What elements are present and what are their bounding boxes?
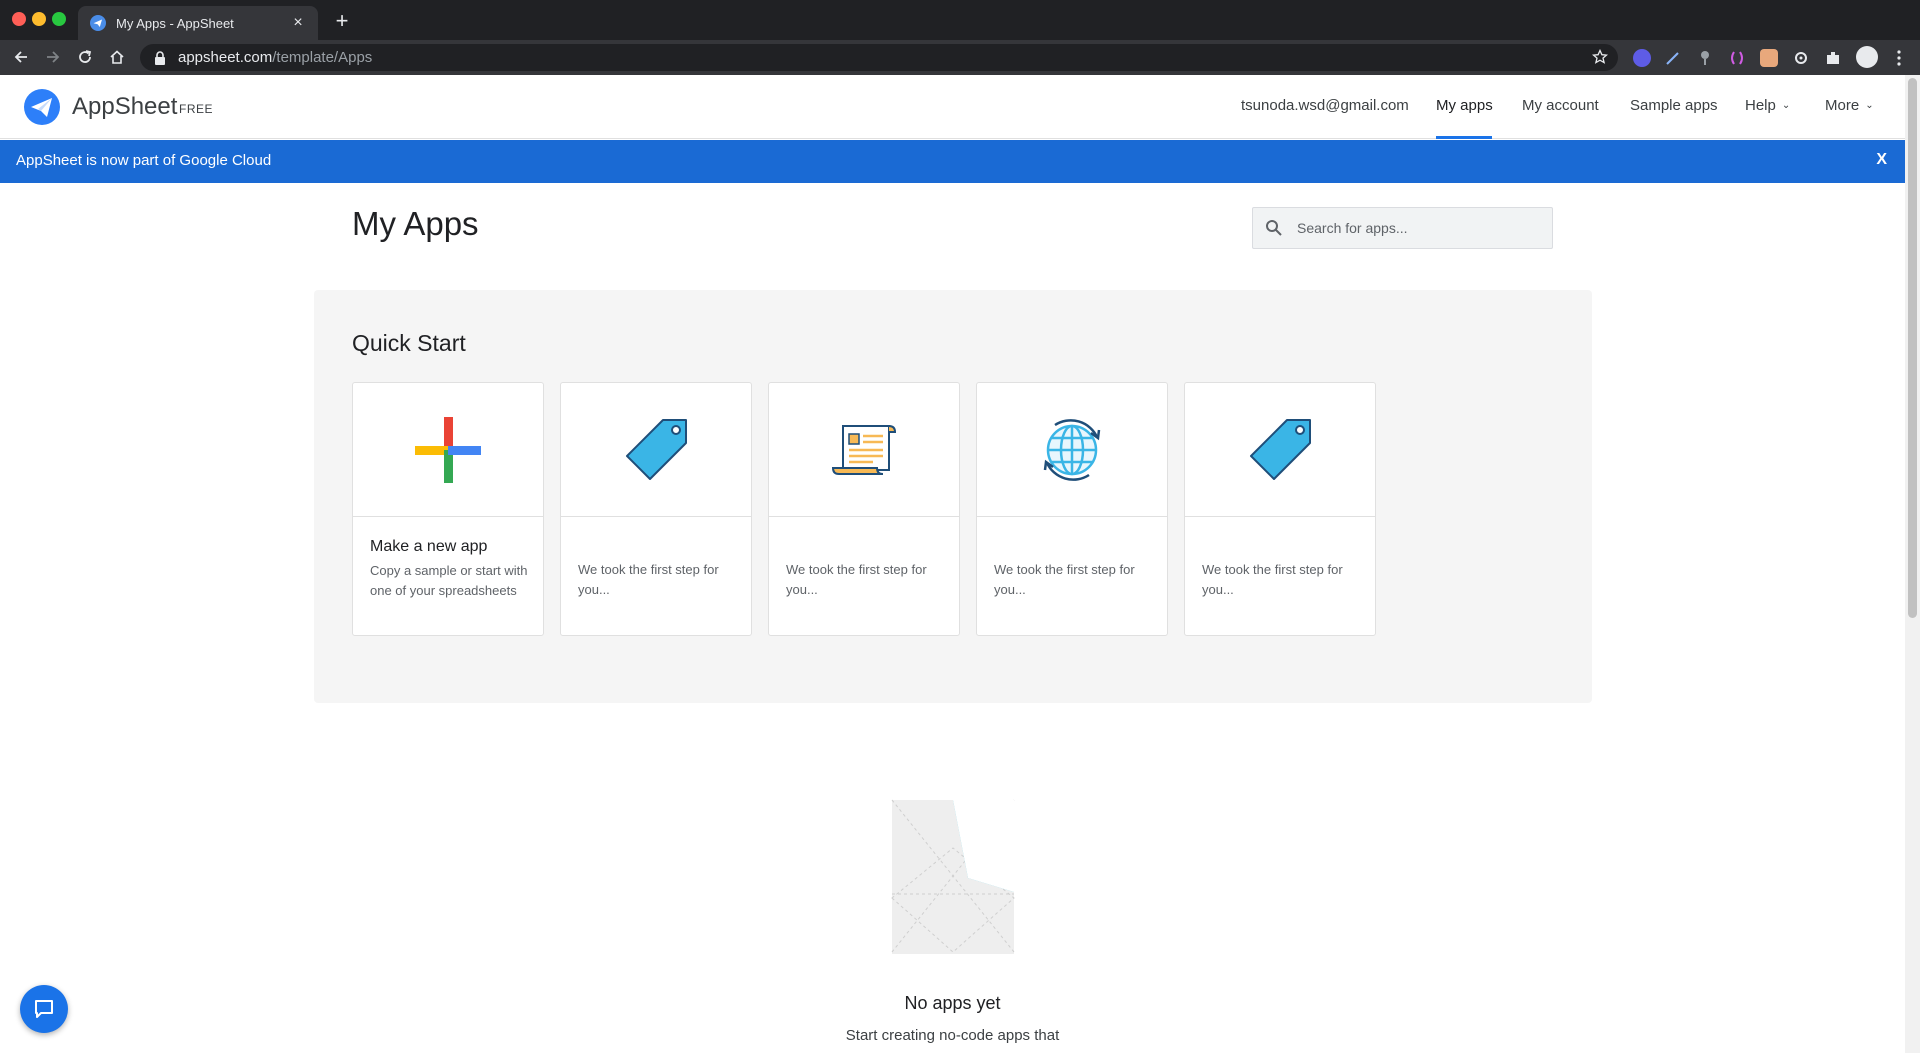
reload-icon[interactable] — [74, 46, 96, 68]
browser-tab[interactable]: My Apps - AppSheet × — [78, 6, 318, 40]
empty-state-subtitle: Start creating no-code apps that — [845, 1027, 1060, 1044]
extensions-puzzle-icon[interactable] — [1824, 49, 1842, 67]
nav-more-label: More — [1825, 97, 1860, 114]
close-window-button[interactable] — [12, 12, 26, 26]
nav-my-account[interactable]: My account — [1522, 97, 1599, 114]
banner-close-button[interactable]: X — [1876, 151, 1887, 169]
card-template-3[interactable]: We took the first step for you... — [976, 382, 1168, 636]
chevron-down-icon: ⌄ — [1781, 100, 1791, 111]
price-tag-icon — [1250, 418, 1311, 480]
search-input[interactable] — [1297, 220, 1537, 236]
chevron-down-icon: ⌄ — [1865, 100, 1874, 111]
card-title: Make a new app — [370, 538, 488, 555]
card-template-4[interactable]: We took the first step for you... — [1184, 382, 1376, 636]
profile-avatar-icon[interactable] — [1856, 46, 1878, 68]
close-tab-icon[interactable]: × — [290, 14, 306, 32]
zoom-window-button[interactable] — [52, 12, 66, 26]
globe-sync-icon — [1043, 418, 1101, 481]
appsheet-favicon-icon — [90, 15, 106, 31]
search-box[interactable] — [1252, 207, 1553, 249]
extension-gear-icon[interactable] — [1792, 49, 1810, 67]
plan-badge: FREE — [179, 102, 214, 116]
new-tab-button[interactable]: + — [330, 8, 354, 34]
card-image — [353, 383, 543, 517]
plus-icon — [415, 416, 481, 483]
extension-face-icon[interactable] — [1760, 49, 1778, 67]
page-scrollbar-thumb[interactable] — [1908, 78, 1917, 618]
back-icon[interactable] — [10, 46, 32, 68]
address-bar[interactable]: appsheet.com/template/Apps — [140, 44, 1618, 71]
card-description: Copy a sample or start with one of your … — [370, 563, 528, 598]
nav-my-apps[interactable]: My apps — [1436, 97, 1493, 114]
brand-name[interactable]: AppSheet — [72, 93, 177, 121]
nav-sample-apps[interactable]: Sample apps — [1630, 97, 1718, 114]
search-icon — [1266, 220, 1282, 236]
extension-pin-icon[interactable] — [1696, 49, 1714, 67]
scroll-document-icon — [831, 424, 897, 475]
browser-toolbar: appsheet.com/template/Apps — [0, 40, 1920, 75]
card-image — [769, 383, 959, 517]
minimize-window-button[interactable] — [32, 12, 46, 26]
account-email[interactable]: tsunoda.wsd@gmail.com — [1241, 97, 1409, 114]
nav-help-label: Help — [1745, 97, 1776, 114]
card-image — [977, 383, 1167, 517]
url-path: /template/Apps — [272, 49, 373, 66]
card-description: We took the first step for you... — [1202, 562, 1343, 597]
card-description: We took the first step for you... — [786, 562, 927, 597]
empty-state-title: No apps yet — [904, 993, 1001, 1013]
quick-start-title: Quick Start — [352, 330, 466, 356]
card-description: We took the first step for you... — [578, 562, 719, 597]
appsheet-logo-icon[interactable] — [24, 89, 60, 125]
card-image — [1185, 383, 1375, 517]
bookmark-star-icon[interactable] — [1592, 49, 1608, 65]
card-image — [561, 383, 751, 517]
lock-icon — [155, 50, 165, 65]
empty-page-illustration — [891, 799, 1015, 954]
card-template-1[interactable]: We took the first step for you... — [560, 382, 752, 636]
browser-menu-icon[interactable] — [1890, 49, 1908, 67]
card-make-new-app[interactable]: Make a new app Copy a sample or start wi… — [352, 382, 544, 636]
tab-title: My Apps - AppSheet — [116, 15, 234, 31]
chat-button[interactable] — [20, 985, 68, 1033]
active-nav-indicator — [1436, 136, 1492, 139]
price-tag-icon — [626, 418, 687, 480]
announcement-banner: AppSheet is now part of Google Cloud X — [0, 140, 1905, 183]
nav-help[interactable]: Help ⌄ — [1745, 97, 1790, 114]
banner-text: AppSheet is now part of Google Cloud — [16, 152, 272, 169]
extension-brackets-icon[interactable] — [1728, 49, 1746, 67]
page-title: My Apps — [352, 205, 479, 242]
extension-check-icon[interactable] — [1633, 49, 1651, 67]
url-host: appsheet.com — [178, 49, 273, 66]
card-description: We took the first step for you... — [994, 562, 1135, 597]
chat-icon — [35, 1000, 53, 1018]
quick-start-panel: Quick Start Make a new app Copy a sample… — [314, 290, 1592, 703]
home-icon[interactable] — [106, 46, 128, 68]
browser-tab-bar: My Apps - AppSheet × + — [0, 0, 1920, 40]
card-template-2[interactable]: We took the first step for you... — [768, 382, 960, 636]
app-header: AppSheet FREE tsunoda.wsd@gmail.com My a… — [0, 75, 1905, 139]
forward-icon[interactable] — [42, 46, 64, 68]
extension-pen-icon[interactable] — [1664, 49, 1682, 67]
nav-more[interactable]: More ⌄ — [1825, 97, 1874, 114]
